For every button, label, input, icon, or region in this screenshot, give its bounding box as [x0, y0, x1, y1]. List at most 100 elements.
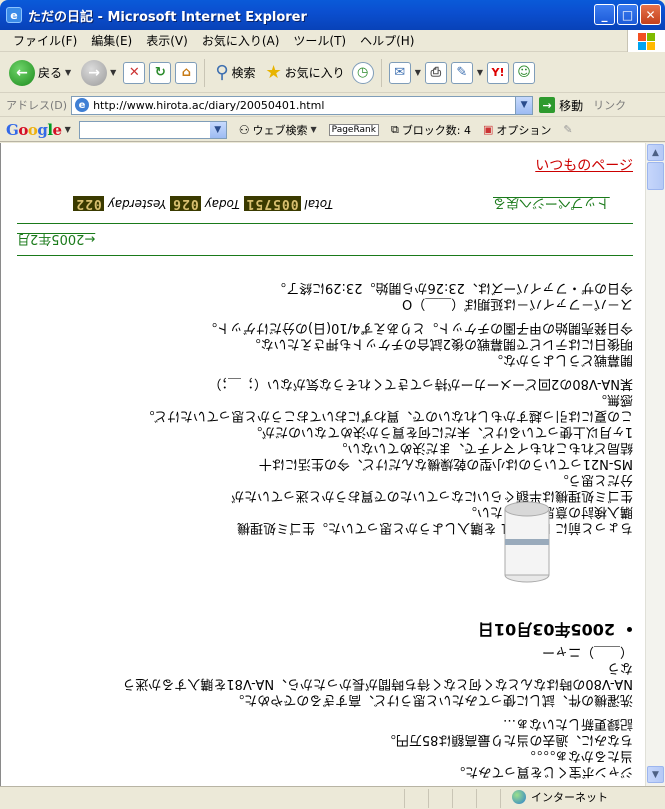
stop-icon[interactable]: ✕: [123, 61, 146, 84]
menu-view[interactable]: 表示(V): [139, 30, 195, 51]
menu-tools[interactable]: ツール(T): [286, 30, 353, 51]
divider: [17, 223, 633, 224]
menu-file[interactable]: ファイル(F): [6, 30, 84, 51]
scroll-thumb[interactable]: [647, 162, 664, 190]
status-cell: [452, 789, 453, 808]
edit-icon[interactable]: ✎: [450, 61, 473, 84]
maximize-button[interactable]: □: [617, 4, 638, 25]
entry-date: 2005年03月01日: [17, 619, 615, 643]
mail-dropdown-icon[interactable]: ▼: [415, 68, 421, 77]
usual-page-link[interactable]: いつものページ: [535, 155, 633, 175]
menu-edit[interactable]: 編集(E): [84, 30, 139, 51]
address-url: http://www.hirota.ac/diary/20050401.html: [93, 98, 325, 112]
today-label: Today: [204, 197, 240, 211]
back-button[interactable]: ← 戻る ▼: [6, 57, 74, 89]
yesterday-label: Yesterday: [107, 197, 167, 211]
refresh-icon[interactable]: ↻: [149, 61, 172, 84]
menu-help[interactable]: ヘルプ(H): [353, 30, 421, 51]
binoculars-icon: ⚇: [238, 122, 250, 137]
forward-dropdown-icon[interactable]: ▼: [110, 68, 116, 77]
yesterday-count: 022: [73, 196, 104, 212]
forward-arrow-icon: →: [81, 59, 108, 86]
back-dropdown-icon[interactable]: ▼: [65, 68, 71, 77]
entry-line: ジャンボ宝くじを買ってみた。: [452, 764, 633, 779]
back-arrow-icon: ←: [9, 59, 35, 86]
forward-button[interactable]: → ▼: [78, 57, 119, 89]
entry-date-list: 2005年03月01日: [17, 619, 633, 643]
google-menu-dropdown-icon[interactable]: ▼: [65, 125, 71, 134]
scroll-down-icon[interactable]: ▼: [647, 766, 664, 783]
address-bar: アドレス(D) e http://www.hirota.ac/diary/200…: [0, 94, 665, 117]
search-icon: ⚲: [215, 62, 229, 83]
entry-line: 洗濯機の件、試しに使ってみたいと思うけど、高すぎるのでやめた。: [231, 692, 633, 707]
toolbar-separator: [204, 58, 206, 87]
entry-line: NA-V80の時はなんとなく何となく待ち時間が長かったから、NA-V81を購入す…: [122, 676, 633, 691]
status-cell: [404, 789, 405, 808]
highlighter-icon[interactable]: ✎: [563, 123, 572, 136]
diary-entry-lower: ジャンボ宝くじを買ってみた。 当たるかなぁ。。。。 ちなみに、過去の当たり最高額…: [17, 643, 633, 779]
address-input[interactable]: e http://www.hirota.ac/diary/20050401.ht…: [71, 95, 534, 115]
today-count: 026: [170, 196, 201, 212]
address-label: アドレス(D): [6, 99, 68, 112]
address-dropdown-icon[interactable]: ▼: [515, 96, 533, 114]
scroll-up-icon[interactable]: ▲: [647, 144, 664, 161]
favorites-button[interactable]: ★ お気に入り: [263, 57, 348, 89]
web-search-label: ウェブ検索: [252, 123, 308, 137]
menu-favorites[interactable]: お気に入り(A): [195, 30, 287, 51]
mail-icon[interactable]: ✉: [388, 61, 411, 84]
history-icon[interactable]: ◷: [351, 61, 374, 84]
google-search-dropdown-icon[interactable]: ▼: [209, 121, 226, 138]
print-icon[interactable]: ⎙: [424, 61, 447, 84]
search-label: 検索: [231, 66, 256, 80]
minimize-button[interactable]: _: [594, 4, 615, 25]
entry-line: ス－パ－ファイバ－は延期ぽ（＿＿）O: [402, 296, 633, 311]
back-label: 戻る: [38, 66, 63, 80]
entry-line: （＿＿）ニャー: [541, 644, 633, 659]
messenger-icon[interactable]: ☺: [513, 61, 535, 84]
vertical-scrollbar[interactable]: ▲ ▼: [645, 143, 665, 786]
google-search-input[interactable]: ▼: [78, 120, 227, 139]
entry-line: 1ヶ月以上使っているけど、未だに何を買うか決めてないのだが。: [249, 424, 633, 439]
home-icon[interactable]: ⌂: [175, 61, 198, 84]
status-cell: [428, 789, 429, 808]
search-button[interactable]: ⚲ 検索: [212, 57, 258, 89]
windows-logo-icon: [627, 30, 665, 52]
entry-line: 明後日にはテレビで開幕戦の後2試合のチケットも押さえたいな。: [247, 336, 633, 351]
back-to-top-link[interactable]: トップページへ戻る: [493, 195, 610, 214]
menu-bar: ファイル(F) 編集(E) 表示(V) お気に入り(A) ツール(T) ヘルプ(…: [0, 30, 665, 52]
links-button[interactable]: リンク: [593, 97, 626, 113]
entry-line: 記録更新したいなぁ…: [502, 716, 633, 731]
entry-line: ちなみに、過去の当たり最高額は85万円。: [382, 732, 633, 747]
google-logo[interactable]: Google: [6, 121, 62, 139]
product-image: [497, 499, 557, 585]
standard-toolbar: ← 戻る ▼ → ▼ ✕ ↻ ⌂ ⚲ 検索 ★ お気に入り ◷ ✉ ▼ ⎙ ✎ …: [0, 53, 665, 93]
entry-line: この夏には引っ越すかもしれないので、買わずにおいておこうかと思っていたけど。: [141, 408, 633, 423]
go-label: 移動: [559, 98, 584, 113]
total-label: Total: [304, 197, 333, 211]
go-button[interactable]: → 移動: [539, 97, 583, 114]
entry-line: 今日発売開始の甲子園のチケット。とりあえず4/10(日)の分だけゲット。: [204, 320, 633, 335]
options-button[interactable]: ▣ オプション: [483, 122, 551, 138]
ie-app-icon: e: [6, 7, 22, 23]
entry-line: 感無。: [593, 392, 633, 407]
edit-dropdown-icon[interactable]: ▼: [477, 68, 483, 77]
web-search-dropdown-icon[interactable]: ▼: [311, 125, 317, 134]
options-icon: ▣: [483, 123, 494, 136]
zone-label: インターネット: [531, 791, 608, 804]
entry-line: 開幕戦どうしようかな。: [489, 352, 633, 367]
entry-line: MS-N21っていうのは小型の乾燥機なんだけど、今の生活には十: [258, 456, 633, 471]
options-label: オプション: [496, 123, 552, 137]
favorites-label: お気に入り: [284, 66, 345, 80]
web-search-button[interactable]: ⚇ ウェブ検索 ▼: [239, 122, 317, 138]
yahoo-icon[interactable]: Y!: [487, 61, 509, 84]
pagerank-indicator[interactable]: PageRank: [328, 123, 379, 136]
page-icon: e: [75, 98, 90, 112]
page-content: いつものページ Total 005751 Today 026 Yesterday…: [0, 143, 645, 786]
entry-line: 結局どれもこれもイマイチで、まだ決めていない。: [334, 440, 633, 455]
internet-globe-icon: [512, 790, 526, 804]
access-counter: Total 005751 Today 026 Yesterday 022: [17, 193, 333, 215]
prev-month-link[interactable]: ←2005年2月: [17, 231, 95, 250]
popup-blocker-button[interactable]: ⧉ ブロック数: 4: [391, 122, 471, 138]
close-button[interactable]: ✕: [640, 4, 661, 25]
star-icon: ★: [265, 62, 282, 83]
